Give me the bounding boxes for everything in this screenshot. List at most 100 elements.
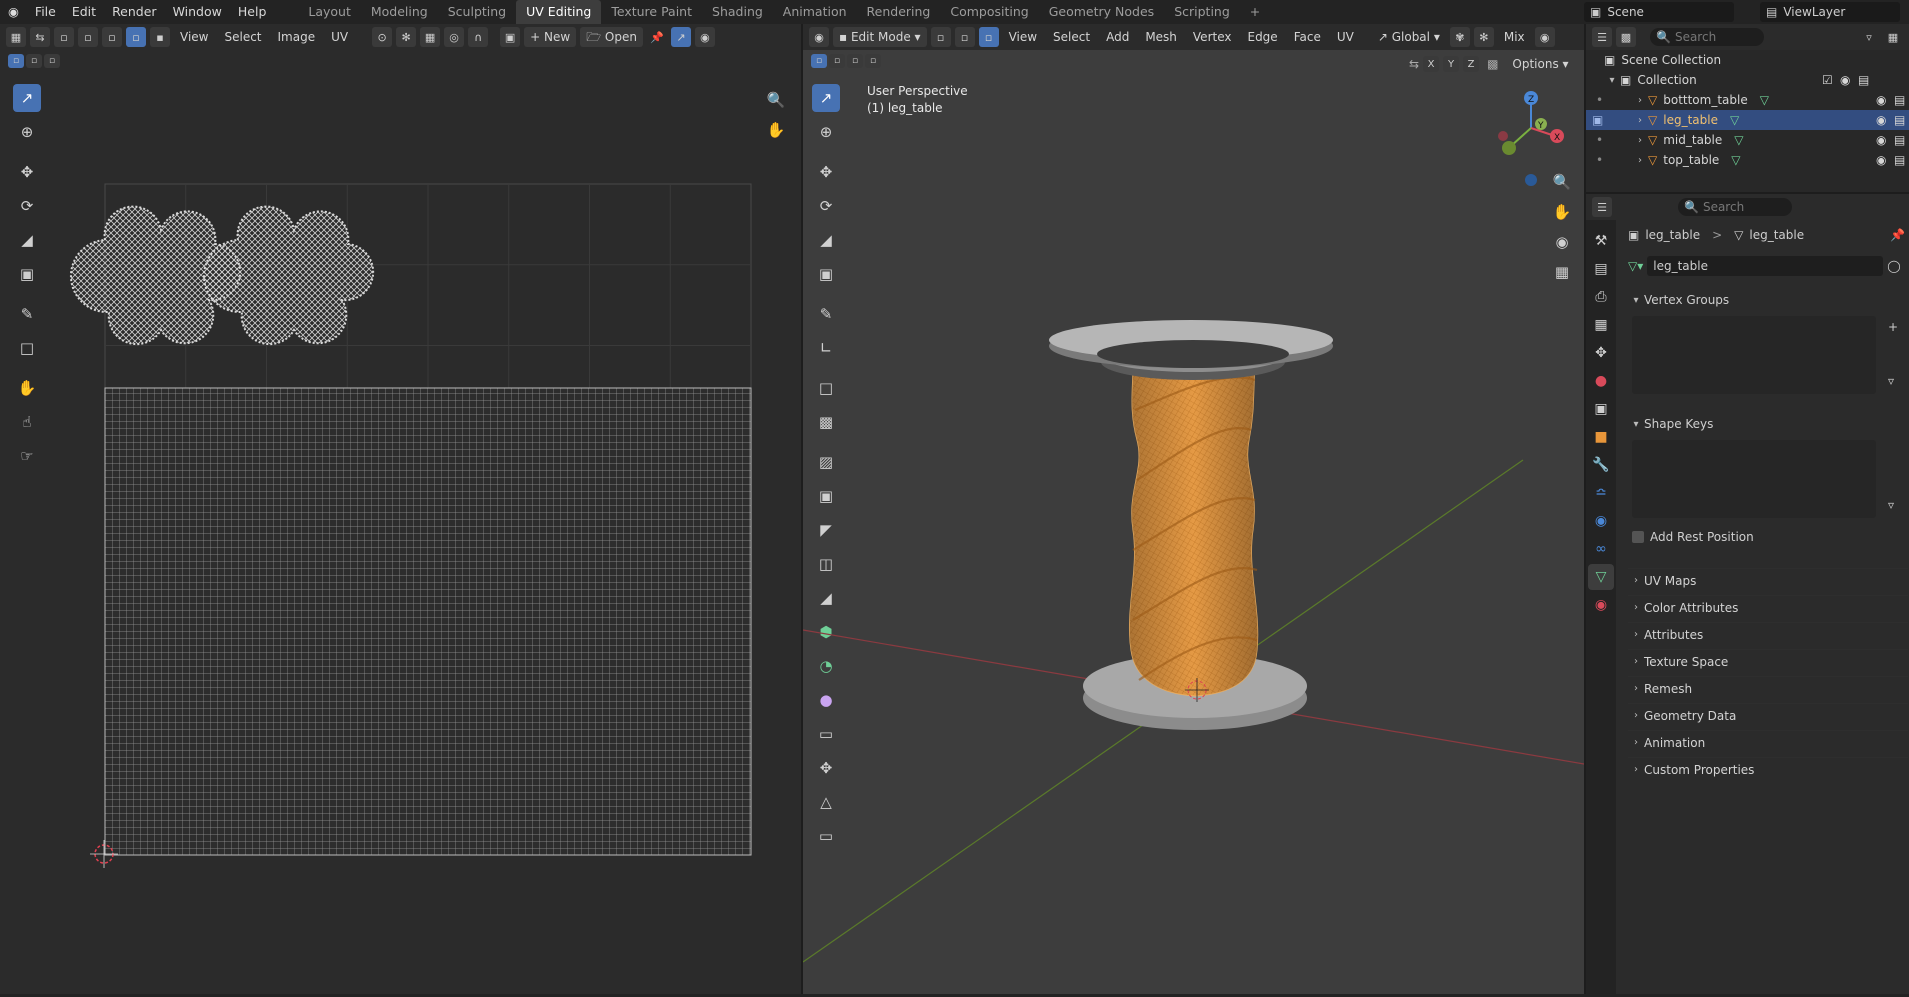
vertex-groups-header[interactable]: ▾ Vertex Groups [1628, 288, 1904, 312]
section-attributes[interactable]: › Attributes [1628, 622, 1908, 646]
editor-type-icon[interactable]: ▦ [6, 27, 26, 47]
menu-file[interactable]: File [27, 0, 64, 24]
image-browse-icon[interactable]: ▣ [500, 27, 521, 47]
uv-menu-uv[interactable]: UV [325, 27, 354, 47]
visibility-icon[interactable]: ◉ [1876, 93, 1886, 107]
section-uv-maps[interactable]: › UV Maps [1628, 568, 1908, 592]
outliner-item-leg-table[interactable]: ▣ › ▽ leg_table ▽ ◉ ▤ [1586, 110, 1909, 130]
edit-mode-dot-icon[interactable]: • [1596, 133, 1632, 147]
outliner-item-botttom-table[interactable]: • › ▽ botttom_table ▽ ◉ ▤ [1586, 90, 1909, 110]
top-table-mesh[interactable] [1049, 320, 1333, 368]
tab-shading[interactable]: Shading [702, 0, 773, 24]
uv-menu-view[interactable]: View [174, 27, 214, 47]
vertex-group-menu-icon[interactable]: ▿ [1888, 374, 1894, 388]
render-tab-icon[interactable]: ▤ [1588, 256, 1614, 282]
sticky-select-icon[interactable]: ▪ [150, 27, 170, 47]
shape-key-menu-icon[interactable]: ▿ [1888, 498, 1894, 512]
visibility-icon[interactable]: ◉ [1876, 153, 1886, 167]
vertex-mode-icon[interactable]: ▫ [930, 27, 951, 47]
add-rest-position-row[interactable]: Add Rest Position [1632, 530, 1754, 544]
physics-tab-icon[interactable]: ◉ [1588, 508, 1614, 534]
render-icon[interactable]: ▤ [1894, 153, 1905, 167]
viewport-menu-edge[interactable]: Edge [1241, 27, 1283, 47]
add-workspace-button[interactable]: + [1240, 0, 1270, 24]
uv-sync-icon[interactable]: ⇆ [30, 27, 50, 47]
menu-window[interactable]: Window [165, 0, 230, 24]
section-remesh[interactable]: › Remesh [1628, 676, 1908, 700]
datablock-browse-icon[interactable]: ▽▾ [1628, 259, 1643, 273]
edit-mode-active-icon[interactable]: ▣ [1592, 113, 1632, 127]
collection-row[interactable]: ▾ ▣ Collection ☑ ◉ ▤ [1604, 70, 1909, 90]
expand-icon[interactable]: › [1632, 135, 1648, 146]
viewport-menu-view[interactable]: View [1003, 27, 1043, 47]
face-select-icon[interactable]: ▫ [102, 27, 122, 47]
pin-icon[interactable]: 📌 [1890, 228, 1905, 242]
face-mode-icon[interactable]: ▫ [978, 27, 999, 47]
tab-rendering[interactable]: Rendering [857, 0, 941, 24]
scene-selector[interactable]: ▣ Scene [1584, 2, 1734, 22]
outliner-item-top-table[interactable]: • › ▽ top_table ▽ ◉ ▤ [1586, 150, 1909, 170]
snap-icon[interactable]: ✻ [396, 27, 417, 47]
viewlayer-selector[interactable]: ▤ ViewLayer [1760, 2, 1900, 22]
viewport-menu-select[interactable]: Select [1047, 27, 1096, 47]
tab-layout[interactable]: Layout [298, 0, 361, 24]
menu-help[interactable]: Help [230, 0, 275, 24]
collection-visibility-icon[interactable]: ◉ [1840, 73, 1850, 87]
material-tab-icon[interactable]: ◉ [1588, 592, 1614, 618]
constraints-tab-icon[interactable]: ∞ [1588, 536, 1614, 562]
render-icon[interactable]: ▤ [1894, 133, 1905, 147]
viewport-menu-uv[interactable]: UV [1331, 27, 1360, 47]
open-image-button[interactable]: 🗁 Open [580, 27, 643, 47]
section-texture-space[interactable]: › Texture Space [1628, 649, 1908, 673]
viewport-scene[interactable] [803, 50, 1584, 994]
outliner-search[interactable]: 🔍 Search [1650, 28, 1764, 46]
menu-render[interactable]: Render [104, 0, 165, 24]
island-select-icon[interactable]: ▫ [126, 27, 146, 47]
snap-toggle-icon[interactable]: ✻ [1473, 27, 1494, 47]
snap-mode-selector[interactable]: Mix [1498, 27, 1531, 47]
mode-selector[interactable]: ▪ Edit Mode ▾ [833, 27, 927, 47]
uv-display-icon[interactable]: ◉ [694, 27, 715, 47]
data-tab-icon[interactable]: ▽ [1588, 564, 1614, 590]
uv-menu-image[interactable]: Image [272, 27, 322, 47]
uv-canvas[interactable] [0, 50, 801, 994]
tab-compositing[interactable]: Compositing [940, 0, 1038, 24]
collection-tab-icon[interactable]: ▣ [1588, 396, 1614, 422]
tab-geometry-nodes[interactable]: Geometry Nodes [1039, 0, 1164, 24]
outliner-item-mid-table[interactable]: • › ▽ mid_table ▽ ◉ ▤ [1586, 130, 1909, 150]
datablock-name-field[interactable]: leg_table [1647, 256, 1884, 276]
section-color-attributes[interactable]: › Color Attributes [1628, 595, 1908, 619]
shape-keys-list[interactable] [1632, 440, 1876, 518]
edge-select-icon[interactable]: ▫ [78, 27, 98, 47]
viewport-menu-face[interactable]: Face [1288, 27, 1327, 47]
uv-menu-select[interactable]: Select [218, 27, 267, 47]
visibility-icon[interactable]: ◉ [1876, 113, 1886, 127]
uv-overlay-icon[interactable]: ↗ [670, 27, 691, 47]
tab-scripting[interactable]: Scripting [1164, 0, 1240, 24]
edit-mode-dot-icon[interactable]: • [1596, 153, 1632, 167]
add-rest-position-checkbox[interactable] [1632, 531, 1644, 543]
pivot-icon[interactable]: ⊙ [372, 27, 393, 47]
edge-mode-icon[interactable]: ▫ [954, 27, 975, 47]
pivot-point-icon[interactable]: ✾ [1449, 27, 1470, 47]
render-icon[interactable]: ▤ [1894, 113, 1905, 127]
new-image-button[interactable]: + New [524, 27, 577, 47]
modifier-tab-icon[interactable]: 🔧 [1588, 452, 1614, 478]
tab-animation[interactable]: Animation [773, 0, 857, 24]
section-custom-properties[interactable]: › Custom Properties [1628, 757, 1908, 781]
tab-sculpting[interactable]: Sculpting [438, 0, 516, 24]
falloff-icon[interactable]: ∩ [468, 27, 489, 47]
filter-icon[interactable]: ▿ [1859, 27, 1879, 47]
viewport-editor-type-icon[interactable]: ◉ [809, 27, 829, 47]
scene-tab-icon[interactable]: ✥ [1588, 340, 1614, 366]
viewport-menu-mesh[interactable]: Mesh [1139, 27, 1183, 47]
pin-icon[interactable]: 📌 [647, 27, 667, 47]
expand-icon[interactable]: › [1632, 155, 1648, 166]
edit-mode-dot-icon[interactable]: • [1596, 93, 1632, 107]
blender-logo-icon[interactable]: ◉ [0, 0, 27, 24]
viewport-menu-vertex[interactable]: Vertex [1187, 27, 1238, 47]
collection-checkbox-icon[interactable]: ☑ [1822, 73, 1833, 87]
display-mode-icon[interactable]: ▩ [1616, 27, 1636, 47]
view-layer-tab-icon[interactable]: ▦ [1588, 312, 1614, 338]
world-tab-icon[interactable]: ● [1588, 368, 1614, 394]
